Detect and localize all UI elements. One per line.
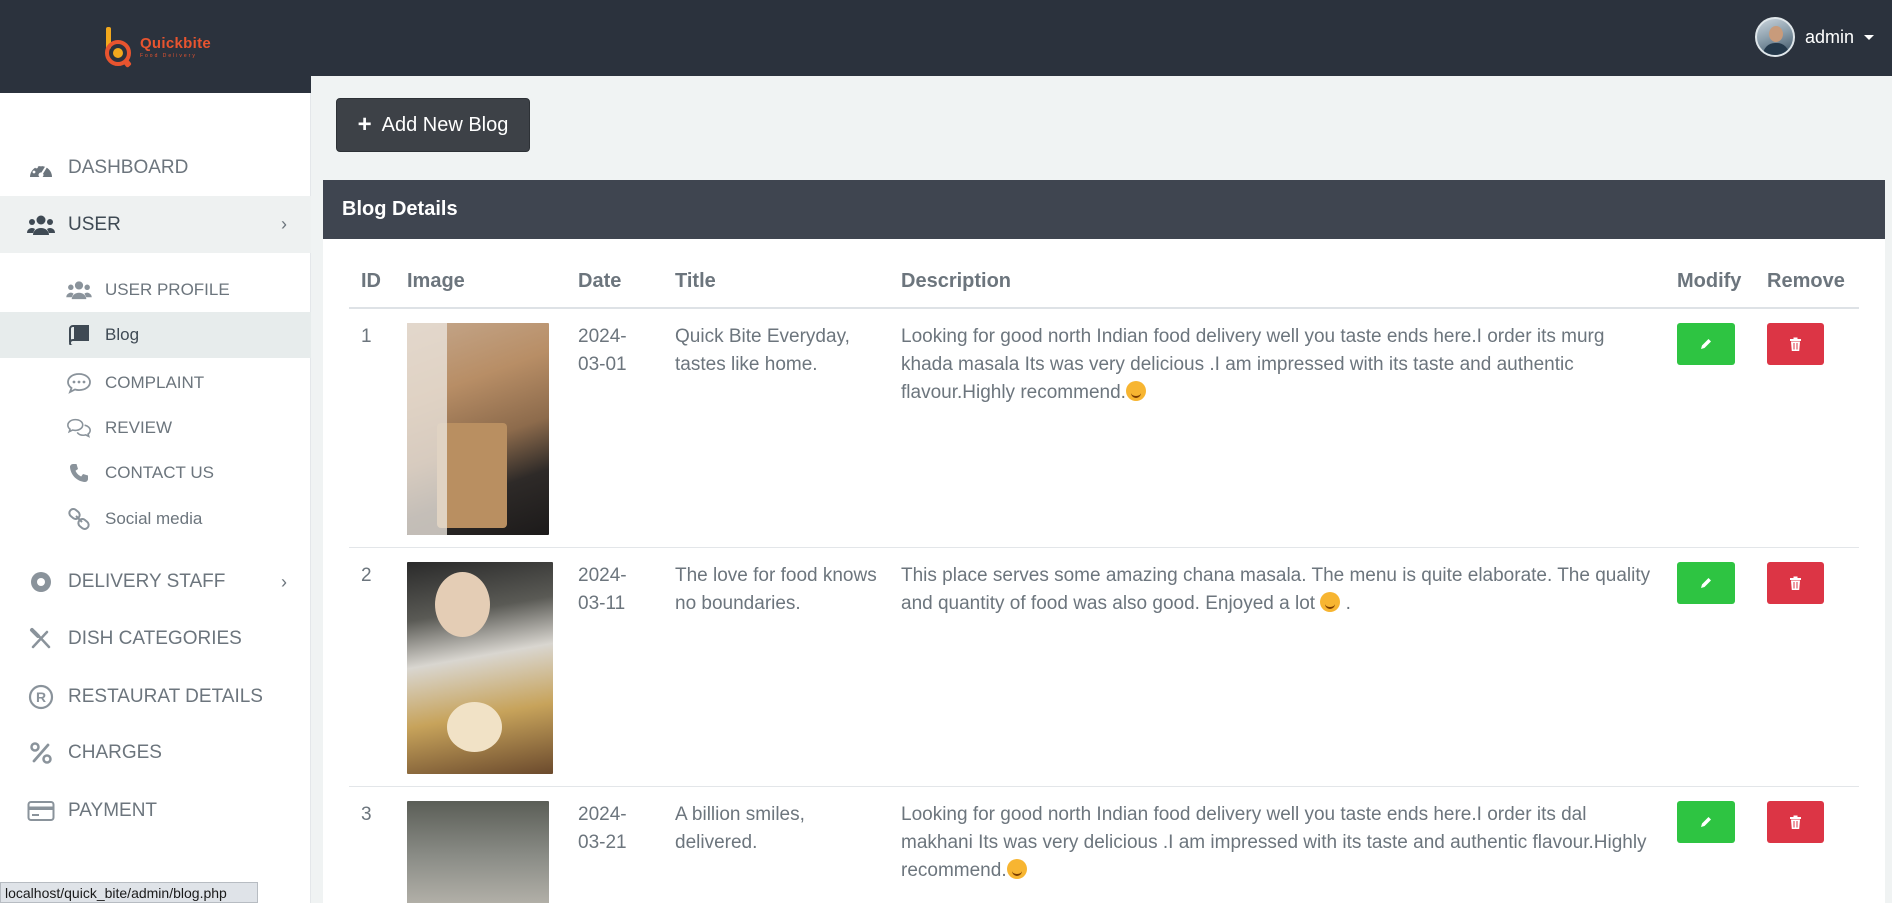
sidebar-item-dashboard[interactable]: DASHBOARD [0,143,311,193]
blog-table: ID Image Date Title Description Modify R… [349,270,1859,903]
smiley-emoji-icon [1125,381,1146,402]
pencil-icon [1701,578,1711,588]
chevron-right-icon: › [281,571,287,592]
brand-logo[interactable]: Quickbite Food Delivery [100,25,211,69]
cell-date: 2024-03-11 [566,547,663,787]
add-new-blog-label: Add New Blog [381,113,509,136]
sidebar-item-contact-us[interactable]: CONTACT US [0,451,311,495]
table-header-row: ID Image Date Title Description Modify R… [349,270,1859,309]
cell-date: 2024-03-01 [566,308,663,548]
sidebar-item-label: PAYMENT [68,800,158,821]
sidebar-item-user-profile[interactable]: USER PROFILE [0,268,311,312]
pencil-icon [1701,339,1711,349]
sidebar-item-label: REVIEW [105,418,173,437]
users-icon [66,277,92,303]
plus-icon: + [357,111,372,138]
delete-button[interactable] [1767,323,1824,365]
sidebar-item-restaurant-details[interactable]: R RESTAURAT DETAILS [0,672,311,722]
sidebar-item-label: Social media [105,509,203,528]
users-icon [27,211,55,239]
column-header-title: Title [663,270,889,309]
sidebar-item-label: RESTAURAT DETAILS [68,686,263,707]
user-avatar[interactable] [1754,17,1795,57]
delete-button[interactable] [1767,562,1824,604]
sidebar-item-payment[interactable]: PAYMENT [0,786,311,836]
blog-image [407,801,549,903]
cell-id: 2 [349,547,395,787]
sidebar-item-user[interactable]: USER › [0,196,311,253]
trash-icon [1790,815,1801,829]
smiley-emoji-icon [1320,592,1341,613]
comment-dots-icon [66,370,92,396]
smiley-emoji-icon [1006,859,1027,880]
quickbite-logo-icon [104,26,132,67]
percent-icon [27,739,55,767]
phone-icon [66,460,92,486]
pencil-icon [1701,817,1711,827]
column-header-image: Image [395,270,566,309]
sidebar-item-label: DISH CATEGORIES [68,628,242,649]
cell-title: Quick Bite Everyday, tastes like home. [663,308,889,548]
delete-button[interactable] [1767,801,1824,843]
sidebar-item-label: DELIVERY STAFF [68,571,226,592]
user-name[interactable]: admin [1805,27,1854,48]
record-circle-icon [27,568,55,596]
edit-button[interactable] [1677,323,1735,365]
blog-image [407,323,549,535]
table-row: 1 2024-03-01 Quick Bite Everyday, tastes… [349,308,1859,548]
sidebar-item-complaint[interactable]: COMPLAINT [0,361,311,405]
svg-text:R: R [36,689,46,705]
card-title: Blog Details [323,180,1885,239]
cell-title: The love for food knows no boundaries. [663,547,889,787]
registered-icon: R [27,683,55,711]
column-header-date: Date [566,270,663,309]
table-row: 2 2024-03-11 The love for food knows no … [349,547,1859,787]
sidebar: DASHBOARD USER › USER PROFILE Blog COMPL… [0,93,311,903]
user-menu[interactable]: admin [1754,17,1874,57]
sidebar-item-delivery-staff[interactable]: DELIVERY STAFF › [0,557,311,607]
table-row: 3 2024-03-21 A billion smiles, delivered… [349,786,1859,903]
cell-date: 2024-03-21 [566,786,663,903]
column-header-description: Description [889,270,1665,309]
cell-description: This place serves some amazing chana mas… [901,565,1651,615]
blog-image [407,562,553,774]
add-new-blog-button[interactable]: + Add New Blog [336,98,530,152]
cell-title: A billion smiles, delivered. [663,786,889,903]
sidebar-item-label: COMPLAINT [105,373,205,392]
dashboard-gauge-icon [27,154,55,182]
trash-icon [1790,576,1801,590]
link-icon [66,506,92,532]
column-header-id: ID [349,270,395,309]
caret-down-icon[interactable] [1864,34,1874,40]
blog-details-card: Blog Details ID Image Date Title Descrip… [323,180,1885,903]
sidebar-item-label: Blog [105,325,140,344]
edit-button[interactable] [1677,801,1735,843]
cell-description: Looking for good north Indian food deliv… [901,326,1605,404]
credit-card-icon [27,797,55,825]
sidebar-item-label: USER [68,213,121,235]
sidebar-item-social-media[interactable]: Social media [0,496,311,542]
sidebar-item-review[interactable]: REVIEW [0,406,311,450]
logo-area[interactable]: Quickbite Food Delivery [0,0,311,93]
sidebar-item-blog[interactable]: Blog [0,312,311,358]
sidebar-item-label: DASHBOARD [68,157,189,178]
comments-icon [66,415,92,441]
sidebar-item-dish-categories[interactable]: DISH CATEGORIES [0,614,311,664]
sidebar-item-label: USER PROFILE [105,280,230,299]
trash-icon [1790,337,1801,351]
cell-id: 3 [349,786,395,903]
brand-name: Quickbite [139,34,212,52]
sidebar-item-charges[interactable]: CHARGES [0,728,311,778]
status-bar-url: localhost/quick_bite/admin/blog.php [0,882,258,903]
column-header-remove: Remove [1755,270,1859,309]
utensils-icon [27,625,55,653]
sidebar-item-label: CHARGES [68,742,162,763]
column-header-modify: Modify [1665,270,1755,309]
sidebar-item-label: CONTACT US [105,463,214,482]
cell-id: 1 [349,308,395,548]
chevron-right-icon: › [281,214,287,234]
edit-button[interactable] [1677,562,1735,604]
book-icon [66,322,92,348]
brand-tagline: Food Delivery [139,52,197,59]
